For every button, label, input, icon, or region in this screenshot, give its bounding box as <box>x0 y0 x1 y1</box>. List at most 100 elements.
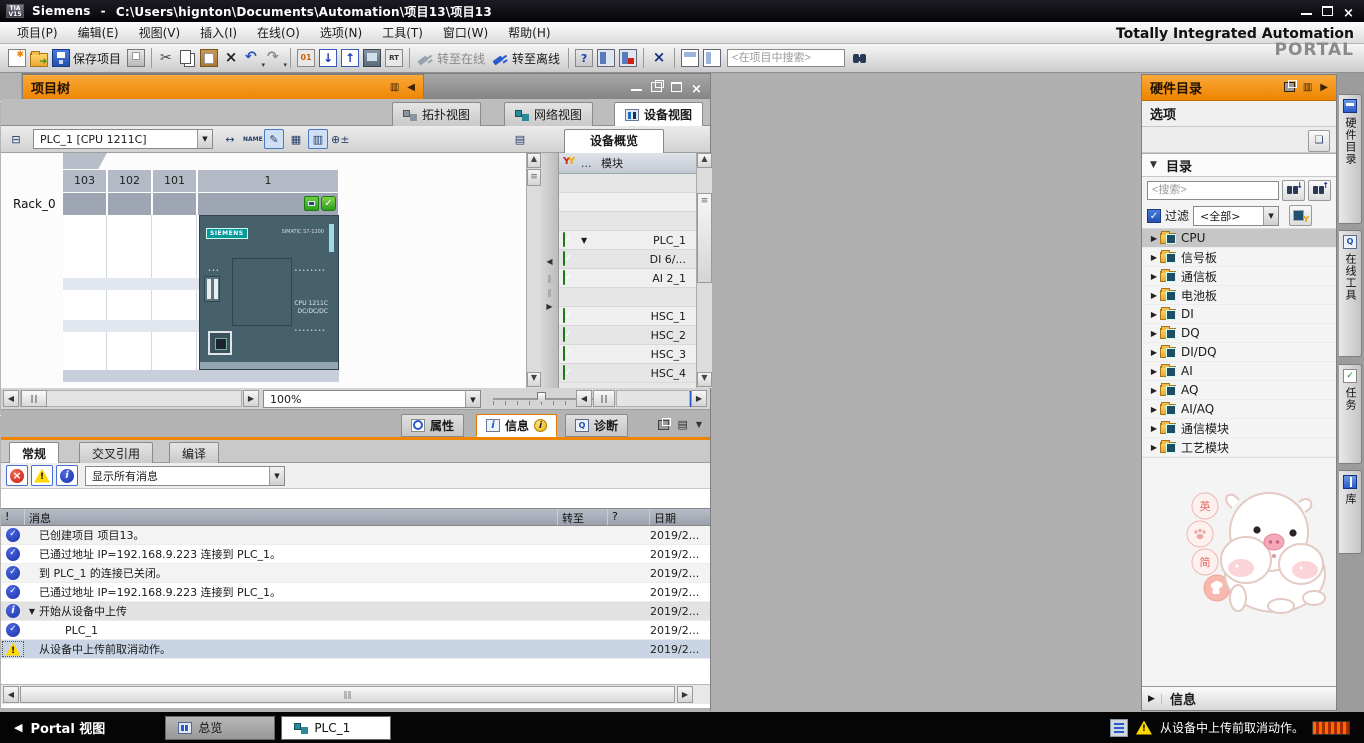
save-project-label[interactable]: 保存项目 <box>73 50 121 67</box>
menu-item[interactable]: 选项(N) <box>311 22 371 43</box>
inspector-collapse-icon[interactable]: ▼ <box>696 420 702 429</box>
start-runtime-icon[interactable] <box>385 49 403 67</box>
overview-h-grip[interactable]: ‖‖ <box>593 390 615 407</box>
device-select-dropdown[interactable]: PLC_1 [CPU 1211C] ▼ <box>33 129 213 149</box>
expander-icon[interactable] <box>1148 253 1160 262</box>
task-card-tab[interactable]: 在线工具 <box>1339 230 1362 357</box>
inspector-tab[interactable]: 信息 <box>476 414 557 437</box>
accessible-devices-icon[interactable] <box>363 49 381 67</box>
filter-warnings-button[interactable] <box>31 465 53 486</box>
profile-edit-icon[interactable] <box>1289 205 1312 226</box>
inspector-tab[interactable]: 属性 <box>401 414 464 437</box>
rack-canvas[interactable]: Rack_0 103 102 101 1 <box>1 153 541 388</box>
filter-checkbox[interactable] <box>1147 209 1161 223</box>
menu-item[interactable]: 项目(P) <box>8 22 67 43</box>
expand-info-icon[interactable]: ▶ <box>1142 694 1162 704</box>
slot-header-101[interactable]: 101 <box>153 170 197 192</box>
go-online-icon[interactable] <box>416 49 434 67</box>
slot-header-102[interactable]: 102 <box>108 170 152 192</box>
col-exclamation[interactable]: ! <box>1 509 25 525</box>
col-goto[interactable]: 转至 <box>558 509 608 525</box>
editor-maximize-icon[interactable] <box>671 82 682 92</box>
portal-view-button[interactable]: ◀ Portal 视图 <box>0 718 119 737</box>
col-date[interactable]: 日期 <box>650 509 710 525</box>
inspector-subtab[interactable]: 编译 <box>169 442 219 463</box>
minimize-button[interactable] <box>1301 7 1312 15</box>
show-names-icon[interactable]: NAME <box>242 129 262 149</box>
filter-errors-button[interactable] <box>6 465 28 486</box>
menu-item[interactable]: 工具(T) <box>373 22 432 43</box>
upload-from-device-icon[interactable] <box>341 49 359 67</box>
pin-panel-icon[interactable]: ▥ <box>390 82 399 93</box>
new-project-icon[interactable] <box>8 49 26 67</box>
scroll-right-icon[interactable]: ▶ <box>243 390 259 407</box>
restore-window-icon[interactable] <box>597 49 615 67</box>
collapse-panel-icon[interactable]: ◀ <box>407 82 415 93</box>
options-window-button[interactable]: ❏ <box>1308 130 1330 152</box>
filter-info-button[interactable] <box>56 465 78 486</box>
task-card-tab[interactable]: 库 <box>1339 470 1362 554</box>
overview-row[interactable]: AI 2_1 <box>559 269 696 288</box>
collapse-panel-icon[interactable]: ▶ <box>1320 82 1328 93</box>
inspector-float-icon[interactable] <box>658 420 669 430</box>
rack-row-cell[interactable] <box>63 193 107 215</box>
slot-header-1[interactable]: 1 <box>198 170 339 192</box>
table-view-icon[interactable]: ▤ <box>510 129 530 149</box>
redo-icon[interactable] <box>266 49 284 67</box>
catalog-item[interactable]: AI/AQ <box>1142 400 1336 419</box>
overview-row[interactable]: HSC_4 <box>559 364 696 383</box>
expander-icon[interactable] <box>1148 329 1160 338</box>
slot-cell-101[interactable] <box>153 215 197 370</box>
expander-icon[interactable] <box>1148 443 1160 452</box>
desktop-pet-overlay[interactable]: 英 简 <box>1183 476 1335 618</box>
canvas-vertical-scrollbar[interactable]: ▲ ▼ <box>526 153 541 388</box>
module-column[interactable]: 模块 <box>601 155 623 171</box>
stop-window-icon[interactable] <box>619 49 637 67</box>
message-filter-dropdown[interactable]: 显示所有消息 ▼ <box>85 466 285 486</box>
grid-icon[interactable]: ▦ <box>286 129 306 149</box>
pet-badges[interactable]: 英 简 <box>1187 493 1230 601</box>
overview-row[interactable]: DI 6/... <box>559 250 696 269</box>
overview-vertical-scrollbar[interactable]: ▲ ▼ <box>696 153 712 388</box>
catalog-item[interactable]: 通信模块 <box>1142 419 1336 438</box>
overview-scroll-left-icon[interactable]: ◀ <box>576 390 592 407</box>
menu-item[interactable]: 窗口(W) <box>434 22 497 43</box>
splitter-right-icon[interactable]: ▶ <box>541 302 558 311</box>
slot-cell-102[interactable] <box>108 215 152 370</box>
catalog-item[interactable]: 通信板 <box>1142 267 1336 286</box>
coupler-icon[interactable]: ⊟ <box>6 129 26 149</box>
splitter-left-icon[interactable]: ◀ <box>541 257 558 266</box>
catalog-item[interactable]: CPU <box>1142 229 1336 248</box>
menu-item[interactable]: 视图(V) <box>130 22 190 43</box>
overview-row[interactable]: HSC_3 <box>559 345 696 364</box>
search-up-icon[interactable] <box>1308 180 1331 201</box>
catalog-item[interactable]: 信号板 <box>1142 248 1336 267</box>
message-expander-icon[interactable] <box>25 607 39 616</box>
catalog-item[interactable]: DQ <box>1142 324 1336 343</box>
dropdown-arrow-icon[interactable]: ▼ <box>197 130 212 148</box>
col-message[interactable]: 消息 <box>25 509 558 525</box>
float-panel-icon[interactable] <box>1284 82 1295 92</box>
overview-row[interactable]: PLC_1 <box>559 231 696 250</box>
expander-icon[interactable] <box>1148 291 1160 300</box>
rack-row-cell[interactable] <box>108 193 152 215</box>
editor-float-icon[interactable] <box>651 82 662 92</box>
task-card-tab[interactable]: 任务 <box>1339 364 1362 464</box>
go-offline-icon[interactable] <box>491 49 509 67</box>
copy-icon[interactable] <box>180 50 191 64</box>
undo-icon[interactable] <box>244 49 262 67</box>
scroll-left-icon[interactable]: ◀ <box>3 390 19 407</box>
paste-icon[interactable] <box>200 49 218 67</box>
go-offline-label[interactable]: 转至离线 <box>512 50 560 67</box>
message-row[interactable]: 开始从设备中上传 2019/2... <box>1 602 710 621</box>
overview-scroll-right-icon[interactable]: ▶ <box>691 390 707 407</box>
diagnostics-icon[interactable] <box>575 49 593 67</box>
show-addresses-icon[interactable]: ✎ <box>264 129 284 149</box>
menu-item[interactable]: 插入(I) <box>191 22 246 43</box>
maximize-button[interactable] <box>1322 6 1333 16</box>
menu-item[interactable]: 帮助(H) <box>499 22 559 43</box>
view-tab[interactable]: 设备视图 <box>614 102 703 126</box>
cpu-module-image[interactable]: SIEMENS SIMATIC S7-1200 ••• •••••••• CPU… <box>199 215 339 370</box>
message-row[interactable]: 已通过地址 IP=192.168.9.223 连接到 PLC_1。 2019/2… <box>1 545 710 564</box>
delete-icon[interactable] <box>222 49 240 67</box>
